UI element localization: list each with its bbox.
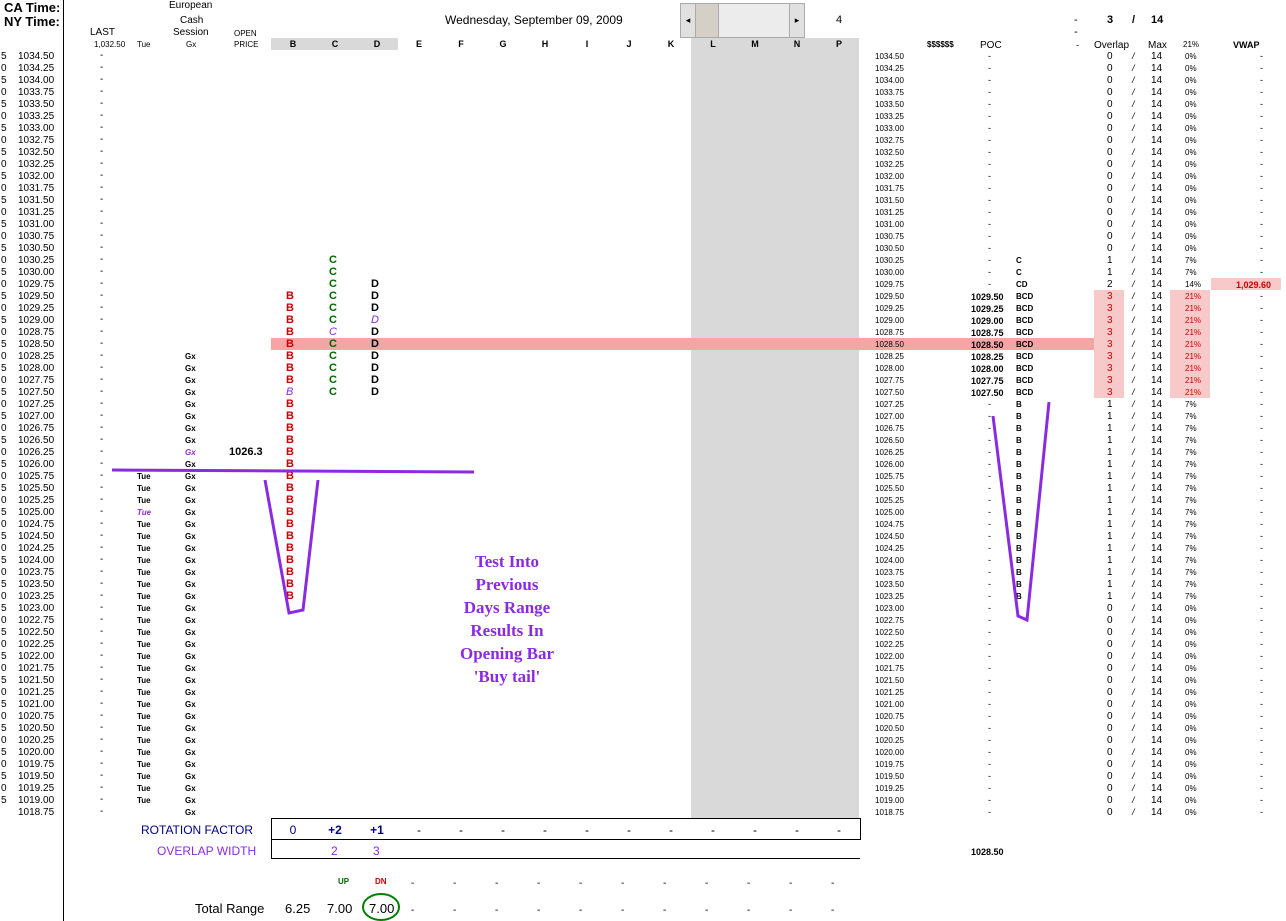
rotation-value: - — [753, 823, 757, 837]
total-range-label: Total Range — [195, 901, 265, 916]
bottom-dash: - — [411, 878, 415, 889]
rotation-value: +1 — [370, 823, 384, 837]
rotation-value: 0 — [289, 823, 297, 837]
bottom-dash: - — [453, 905, 457, 916]
rotation-value: - — [837, 823, 841, 837]
rotation-value: - — [417, 823, 421, 837]
rotation-value: - — [795, 823, 799, 837]
bottom-dash: - — [831, 905, 835, 916]
bottom-dash: - — [453, 878, 457, 889]
rotation-value: - — [711, 823, 715, 837]
bottom-dash: - — [537, 905, 541, 916]
bottom-dash: - — [579, 878, 583, 889]
bottom-dash: - — [789, 878, 793, 889]
bottom-dash: - — [663, 905, 667, 916]
previous-day-line — [111, 468, 475, 474]
drawing-overlay — [111, 401, 1051, 921]
dn-label: DN — [375, 877, 387, 886]
rotation-value: +2 — [328, 823, 342, 837]
rotation-value: - — [585, 823, 589, 837]
bottom-dash: - — [537, 878, 541, 889]
bottom-dash: - — [579, 905, 583, 916]
overlap-width-c: 2 — [331, 844, 338, 858]
rotation-box — [271, 818, 861, 840]
total-range-value-1: 6.25 — [285, 901, 311, 916]
rotation-factor-label: ROTATION FACTOR — [141, 823, 254, 837]
overlap-width-d: 3 — [373, 844, 380, 858]
bottom-dash: - — [411, 905, 415, 916]
total-range-value-2: 7.00 — [327, 901, 353, 916]
buy-tail-v-left — [263, 479, 320, 615]
bottom-dash: - — [747, 905, 751, 916]
buy-tail-v-right — [991, 401, 1051, 623]
bottom-dash: - — [495, 878, 499, 889]
bottom-dash: - — [621, 878, 625, 889]
rotation-value: - — [543, 823, 547, 837]
bottom-dash: - — [831, 878, 835, 889]
bottom-dash: - — [705, 878, 709, 889]
bottom-dash: - — [621, 905, 625, 916]
overlap-box — [271, 839, 860, 859]
rotation-value: - — [501, 823, 505, 837]
rotation-value: - — [459, 823, 463, 837]
bottom-dash: - — [747, 878, 751, 889]
total-range-value-3: 7.00 — [369, 901, 395, 916]
bottom-dash: - — [789, 905, 793, 916]
overlap-width-label: OVERLAP WIDTH — [157, 844, 257, 858]
up-label: UP — [338, 877, 350, 886]
bottom-dash: - — [705, 905, 709, 916]
rotation-value: - — [669, 823, 673, 837]
bottom-dash: - — [663, 878, 667, 889]
bottom-dash: - — [495, 905, 499, 916]
rotation-value: - — [627, 823, 631, 837]
overlap-width-right: 1028.50 — [971, 847, 1004, 857]
